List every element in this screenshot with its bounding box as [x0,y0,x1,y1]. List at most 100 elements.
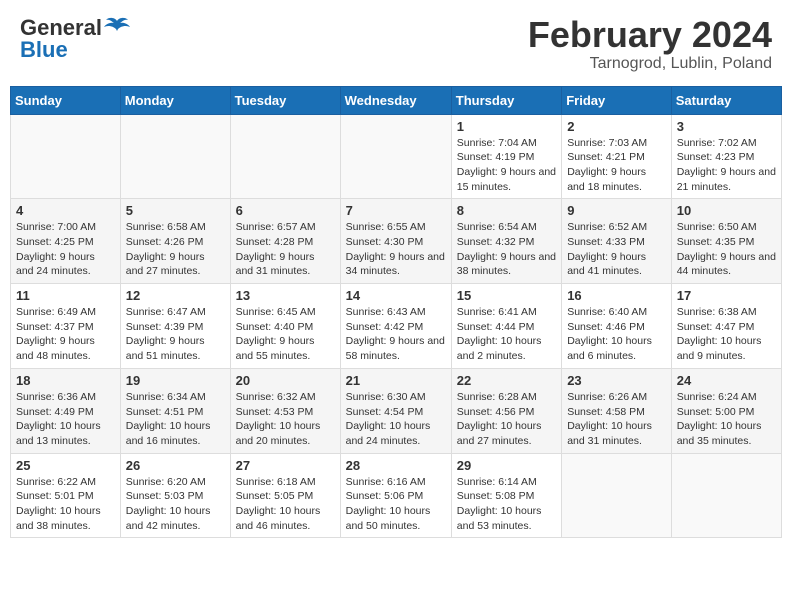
day-info: Sunrise: 6:58 AM Sunset: 4:26 PM Dayligh… [126,220,225,279]
calendar-cell: 29 Sunrise: 6:14 AM Sunset: 5:08 PM Dayli… [451,453,561,538]
day-number: 7 [346,203,446,218]
logo-blue-text: Blue [20,37,130,63]
day-number: 24 [677,373,776,388]
calendar-cell: 4Sunrise: 7:00 AM Sunset: 4:25 PM Daylig… [11,199,121,284]
calendar-cell: 21 Sunrise: 6:30 AM Sunset: 4:54 PM Dayli… [340,368,451,453]
day-number: 15 [457,288,556,303]
day-info: Sunrise: 6:14 AM Sunset: 5:08 PM Dayligh… [457,475,556,534]
day-info: Sunrise: 7:03 AM Sunset: 4:21 PM Dayligh… [567,136,666,195]
calendar-cell: 22 Sunrise: 6:28 AM Sunset: 4:56 PM Dayli… [451,368,561,453]
day-number: 29 [457,458,556,473]
day-number: 12 [126,288,225,303]
calendar-cell: 2 Sunrise: 7:03 AM Sunset: 4:21 PM Daylig… [562,114,672,199]
calendar-week-row: 18Sunrise: 6:36 AM Sunset: 4:49 PM Dayli… [11,368,782,453]
calendar-cell: 24 Sunrise: 6:24 AM Sunset: 5:00 PM Dayli… [671,368,781,453]
day-number: 21 [346,373,446,388]
calendar-cell [230,114,340,199]
page-header: General Blue February 2024 Tarnogrod, Lu… [10,10,782,78]
calendar-cell: 28 Sunrise: 6:16 AM Sunset: 5:06 PM Dayli… [340,453,451,538]
calendar-cell: 18Sunrise: 6:36 AM Sunset: 4:49 PM Dayli… [11,368,121,453]
calendar-cell: 13Sunrise: 6:45 AM Sunset: 4:40 PM Dayli… [230,284,340,369]
day-info: Sunrise: 6:30 AM Sunset: 4:54 PM Dayligh… [346,390,446,449]
day-number: 22 [457,373,556,388]
day-info: Sunrise: 6:38 AM Sunset: 4:47 PM Dayligh… [677,305,776,364]
day-number: 9 [567,203,666,218]
day-info: Sunrise: 6:22 AM Sunset: 5:01 PM Dayligh… [16,475,115,534]
day-number: 28 [346,458,446,473]
calendar-week-row: 11 Sunrise: 6:49 AM Sunset: 4:37 PM Dayli… [11,284,782,369]
day-number: 8 [457,203,556,218]
day-header-sunday: Sunday [11,86,121,114]
month-title: February 2024 [528,15,772,55]
day-info: Sunrise: 6:47 AM Sunset: 4:39 PM Dayligh… [126,305,225,364]
day-header-wednesday: Wednesday [340,86,451,114]
calendar-header-row: SundayMondayTuesdayWednesdayThursdayFrid… [11,86,782,114]
day-info: Sunrise: 6:32 AM Sunset: 4:53 PM Dayligh… [236,390,335,449]
day-number: 20 [236,373,335,388]
calendar-cell: 17 Sunrise: 6:38 AM Sunset: 4:47 PM Dayli… [671,284,781,369]
calendar-cell: 14Sunrise: 6:43 AM Sunset: 4:42 PM Dayli… [340,284,451,369]
day-info: Sunrise: 7:02 AM Sunset: 4:23 PM Dayligh… [677,136,776,195]
day-info: Sunrise: 6:49 AM Sunset: 4:37 PM Dayligh… [16,305,115,364]
day-number: 25 [16,458,115,473]
calendar-cell: 8 Sunrise: 6:54 AM Sunset: 4:32 PM Daylig… [451,199,561,284]
calendar-cell: 10 Sunrise: 6:50 AM Sunset: 4:35 PM Dayli… [671,199,781,284]
day-number: 3 [677,119,776,134]
day-info: Sunrise: 6:54 AM Sunset: 4:32 PM Dayligh… [457,220,556,279]
calendar-cell: 25 Sunrise: 6:22 AM Sunset: 5:01 PM Dayli… [11,453,121,538]
day-number: 14 [346,288,446,303]
calendar-week-row: 1Sunrise: 7:04 AM Sunset: 4:19 PM Daylig… [11,114,782,199]
calendar-cell [340,114,451,199]
day-number: 10 [677,203,776,218]
day-number: 6 [236,203,335,218]
day-number: 27 [236,458,335,473]
day-number: 11 [16,288,115,303]
day-info: Sunrise: 6:50 AM Sunset: 4:35 PM Dayligh… [677,220,776,279]
calendar-week-row: 25 Sunrise: 6:22 AM Sunset: 5:01 PM Dayli… [11,453,782,538]
calendar-cell: 6 Sunrise: 6:57 AM Sunset: 4:28 PM Daylig… [230,199,340,284]
calendar-cell: 23 Sunrise: 6:26 AM Sunset: 4:58 PM Dayli… [562,368,672,453]
day-info: Sunrise: 7:00 AM Sunset: 4:25 PM Dayligh… [16,220,115,279]
calendar-cell: 20 Sunrise: 6:32 AM Sunset: 4:53 PM Dayli… [230,368,340,453]
day-number: 23 [567,373,666,388]
day-header-thursday: Thursday [451,86,561,114]
calendar-cell: 1Sunrise: 7:04 AM Sunset: 4:19 PM Daylig… [451,114,561,199]
calendar-cell: 7 Sunrise: 6:55 AM Sunset: 4:30 PM Daylig… [340,199,451,284]
day-number: 2 [567,119,666,134]
day-info: Sunrise: 6:24 AM Sunset: 5:00 PM Dayligh… [677,390,776,449]
calendar-cell: 15 Sunrise: 6:41 AM Sunset: 4:44 PM Dayli… [451,284,561,369]
title-area: February 2024 Tarnogrod, Lublin, Poland [528,15,772,73]
day-number: 26 [126,458,225,473]
calendar-cell [11,114,121,199]
calendar-cell: 26 Sunrise: 6:20 AM Sunset: 5:03 PM Dayli… [120,453,230,538]
day-header-friday: Friday [562,86,672,114]
day-number: 16 [567,288,666,303]
calendar-cell: 16Sunrise: 6:40 AM Sunset: 4:46 PM Dayli… [562,284,672,369]
day-number: 17 [677,288,776,303]
day-info: Sunrise: 6:36 AM Sunset: 4:49 PM Dayligh… [16,390,115,449]
calendar-cell: 11 Sunrise: 6:49 AM Sunset: 4:37 PM Dayli… [11,284,121,369]
day-info: Sunrise: 6:18 AM Sunset: 5:05 PM Dayligh… [236,475,335,534]
day-info: Sunrise: 6:16 AM Sunset: 5:06 PM Dayligh… [346,475,446,534]
day-number: 5 [126,203,225,218]
day-info: Sunrise: 6:28 AM Sunset: 4:56 PM Dayligh… [457,390,556,449]
logo-bird-icon [104,17,130,39]
calendar-cell: 5 Sunrise: 6:58 AM Sunset: 4:26 PM Daylig… [120,199,230,284]
calendar-cell [120,114,230,199]
calendar-cell: 27 Sunrise: 6:18 AM Sunset: 5:05 PM Dayli… [230,453,340,538]
calendar-week-row: 4Sunrise: 7:00 AM Sunset: 4:25 PM Daylig… [11,199,782,284]
day-info: Sunrise: 6:52 AM Sunset: 4:33 PM Dayligh… [567,220,666,279]
day-number: 13 [236,288,335,303]
calendar-table: SundayMondayTuesdayWednesdayThursdayFrid… [10,86,782,539]
calendar-cell [562,453,672,538]
logo: General Blue [20,15,130,63]
day-info: Sunrise: 6:57 AM Sunset: 4:28 PM Dayligh… [236,220,335,279]
day-info: Sunrise: 6:41 AM Sunset: 4:44 PM Dayligh… [457,305,556,364]
day-info: Sunrise: 6:26 AM Sunset: 4:58 PM Dayligh… [567,390,666,449]
day-info: Sunrise: 6:55 AM Sunset: 4:30 PM Dayligh… [346,220,446,279]
calendar-cell: 19Sunrise: 6:34 AM Sunset: 4:51 PM Dayli… [120,368,230,453]
calendar-cell: 3 Sunrise: 7:02 AM Sunset: 4:23 PM Daylig… [671,114,781,199]
day-info: Sunrise: 6:34 AM Sunset: 4:51 PM Dayligh… [126,390,225,449]
day-info: Sunrise: 6:20 AM Sunset: 5:03 PM Dayligh… [126,475,225,534]
location-text: Tarnogrod, Lublin, Poland [528,55,772,73]
